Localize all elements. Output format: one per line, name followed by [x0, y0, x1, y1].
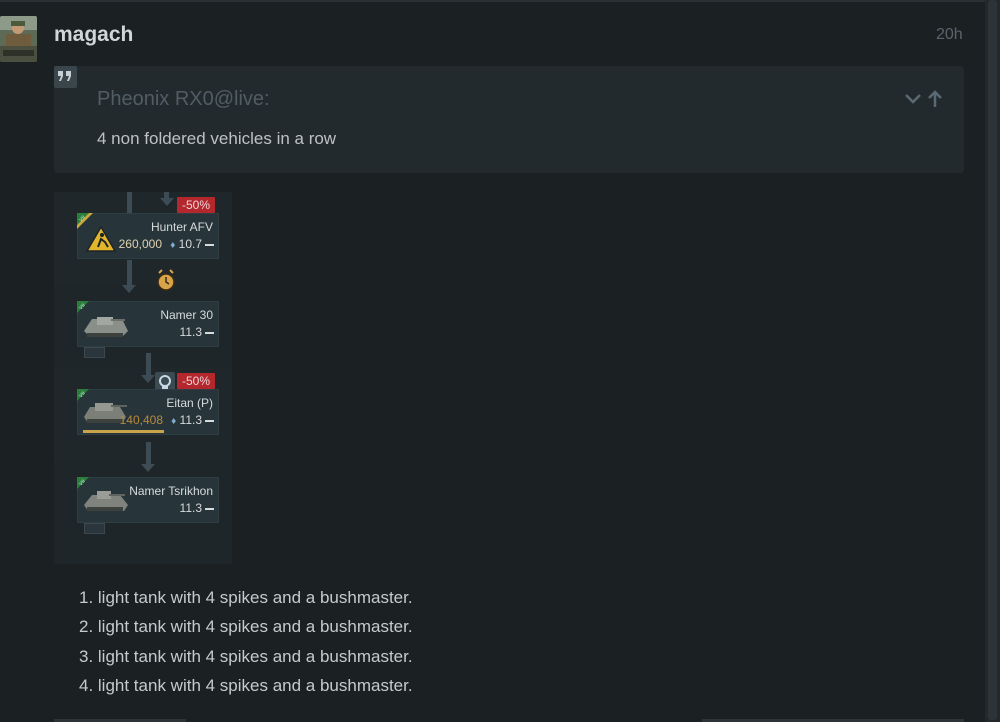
chevron-down-icon[interactable]	[904, 88, 922, 115]
post-time[interactable]: 20h	[936, 26, 963, 44]
list-item: 4. light tank with 4 spikes and a bushma…	[79, 675, 413, 695]
node-name: Namer 30	[160, 308, 213, 322]
tech-tree-image[interactable]: VII Hunter AFV 260,000 ♦ 10.7 -50% VII N…	[54, 192, 232, 564]
alarm-clock-icon	[155, 267, 177, 298]
discount-badge: -50%	[177, 197, 216, 213]
minus-icon	[205, 243, 214, 246]
node-name: Eitan (P)	[166, 396, 213, 410]
arrow-up-icon[interactable]	[926, 88, 944, 115]
bulb-icon: ♦	[171, 416, 177, 427]
vehicle-icon	[81, 307, 131, 343]
list-item: 3. light tank with 4 spikes and a bushma…	[79, 646, 413, 666]
folder-tab	[84, 523, 105, 534]
folder-tab	[84, 347, 105, 358]
connector	[127, 260, 132, 287]
node-name: Namer Tsrikhon	[129, 484, 213, 498]
top-divider	[0, 0, 985, 2]
tree-node-namer-tsrikhon[interactable]: VII Namer Tsrikhon 11.3	[77, 477, 219, 523]
node-br: 11.3	[180, 325, 214, 339]
avatar[interactable]	[0, 16, 37, 62]
post-username[interactable]: magach	[54, 23, 133, 47]
discount-badge: -50%	[177, 373, 216, 389]
quote-block: Pheonix RX0@live: 4 non foldered vehicle…	[54, 66, 964, 173]
quote-text: 4 non foldered vehicles in a row	[97, 129, 337, 148]
connector-arrow	[141, 375, 155, 383]
vehicle-icon	[81, 483, 131, 519]
node-br: 11.3	[180, 501, 214, 515]
node-cost: 140,408	[119, 413, 163, 427]
node-cost: 260,000	[118, 237, 162, 251]
minus-icon	[205, 507, 214, 510]
quote-author[interactable]: Pheonix RX0@live:	[97, 88, 270, 111]
node-name: Hunter AFV	[150, 220, 213, 234]
tree-node-eitan-p[interactable]: VII Eitan (P) 140,408 ♦ 11.3	[77, 389, 219, 435]
quote-controls	[904, 88, 946, 110]
minus-icon	[205, 419, 214, 422]
connector	[164, 192, 169, 200]
ordered-list: 1. light tank with 4 spikes and a bushma…	[79, 588, 413, 706]
connector	[146, 353, 151, 375]
node-br: ♦ 10.7	[170, 237, 214, 251]
list-item: 1. light tank with 4 spikes and a bushma…	[79, 588, 413, 607]
connector	[127, 192, 132, 214]
scrollbar-thumb[interactable]	[988, 0, 997, 720]
research-progress-bar	[83, 430, 164, 433]
quote-icon	[54, 66, 77, 88]
minus-icon	[205, 331, 214, 334]
bulb-icon: ♦	[170, 240, 176, 251]
connector-arrow	[141, 464, 155, 472]
tree-node-hunter-afv[interactable]: VII Hunter AFV 260,000 ♦ 10.7	[77, 213, 219, 259]
tree-node-namer-30[interactable]: VII Namer 30 11.3	[77, 301, 219, 347]
node-br: ♦ 11.3	[171, 413, 214, 427]
connector	[146, 442, 151, 464]
connector-arrow	[122, 285, 136, 293]
list-item: 2. light tank with 4 spikes and a bushma…	[79, 617, 413, 637]
